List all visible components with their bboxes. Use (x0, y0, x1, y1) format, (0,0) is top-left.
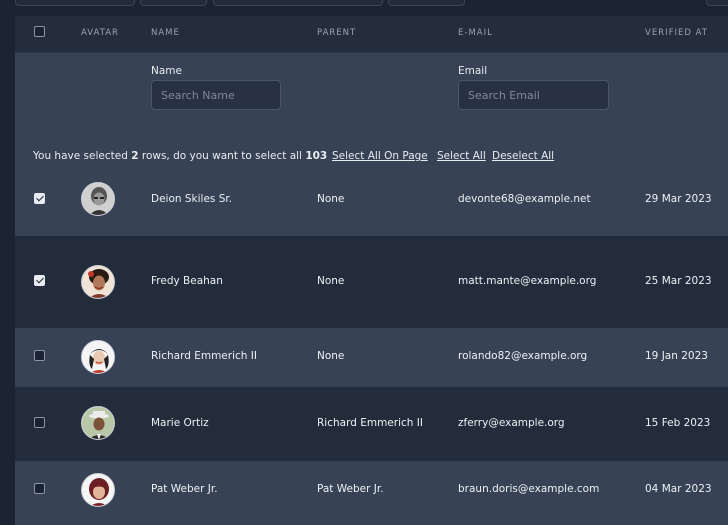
avatar-image-icon (82, 341, 114, 373)
avatar (81, 265, 115, 299)
select-all-on-page-link[interactable]: Select All On Page (332, 150, 428, 162)
row-parent: None (317, 275, 345, 287)
table-row[interactable]: Fredy Beahan None matt.mante@example.org… (15, 236, 728, 328)
row-verified-at: 15 Feb 2023 (645, 417, 711, 429)
search-name-input[interactable] (151, 80, 281, 110)
avatar-image-icon (82, 407, 114, 439)
top-toolbar (0, 0, 728, 16)
row-checkbox[interactable] (34, 350, 45, 361)
avatar-image-icon (82, 474, 114, 506)
selected-count: 2 (131, 150, 139, 162)
row-parent: Richard Emmerich II (317, 417, 423, 429)
row-email: braun.doris@example.com (458, 483, 600, 495)
avatar (81, 340, 115, 374)
select-all-link[interactable]: Select All (437, 150, 486, 162)
row-checkbox[interactable] (34, 417, 45, 428)
name-filter-label: Name (151, 65, 182, 77)
row-checkbox[interactable] (34, 275, 45, 286)
table-row[interactable]: Pat Weber Jr. Pat Weber Jr. braun.doris@… (15, 461, 728, 525)
selection-bar: You have selected 2 rows, do you want to… (15, 131, 728, 181)
avatar (81, 406, 115, 440)
toolbar-button[interactable] (15, 0, 135, 6)
deselect-all-link[interactable]: Deselect All (492, 150, 554, 162)
column-header-avatar[interactable]: AVATAR (81, 28, 119, 38)
row-parent: None (317, 193, 345, 205)
select-all-checkbox[interactable] (34, 26, 45, 37)
row-email: zferry@example.org (458, 417, 565, 429)
row-checkbox[interactable] (34, 193, 45, 204)
toolbar-button[interactable] (213, 0, 383, 6)
avatar-image-icon (82, 266, 114, 298)
row-email: devonte68@example.net (458, 193, 591, 205)
row-parent: Pat Weber Jr. (317, 483, 384, 495)
table-header: AVATAR NAME PARENT E-MAIL VERIFIED AT (15, 16, 728, 53)
row-verified-at: 19 Jan 2023 (645, 350, 708, 362)
row-email: rolando82@example.org (458, 350, 588, 362)
row-name: Pat Weber Jr. (151, 483, 218, 495)
toolbar-button[interactable] (140, 0, 207, 6)
users-table: AVATAR NAME PARENT E-MAIL VERIFIED AT Na… (15, 16, 728, 525)
row-email: matt.mante@example.org (458, 275, 597, 287)
row-verified-at: 25 Mar 2023 (645, 275, 712, 287)
column-header-name[interactable]: NAME (151, 28, 180, 38)
row-name: Deion Skiles Sr. (151, 193, 233, 205)
table-row[interactable]: Richard Emmerich II None rolando82@examp… (15, 328, 728, 387)
table-row[interactable]: Deion Skiles Sr. None devonte68@example.… (15, 181, 728, 236)
toolbar-button[interactable] (388, 0, 465, 6)
avatar (81, 182, 115, 216)
selection-message: You have selected 2 rows, do you want to… (33, 150, 328, 162)
column-header-verified-at[interactable]: VERIFIED AT (645, 28, 708, 38)
search-email-input[interactable] (458, 80, 609, 110)
row-parent: None (317, 350, 345, 362)
column-header-email[interactable]: E-MAIL (458, 28, 493, 38)
table-row[interactable]: Marie Ortiz Richard Emmerich II zferry@e… (15, 387, 728, 461)
column-header-parent[interactable]: PARENT (317, 28, 356, 38)
email-filter-label: Email (458, 65, 488, 77)
toolbar-button[interactable] (706, 0, 728, 6)
filter-row: Name Email (15, 53, 728, 131)
avatar (81, 473, 115, 507)
row-name: Fredy Beahan (151, 275, 223, 287)
row-name: Richard Emmerich II (151, 350, 257, 362)
row-checkbox[interactable] (34, 483, 45, 494)
row-verified-at: 04 Mar 2023 (645, 483, 712, 495)
row-name: Marie Ortiz (151, 417, 209, 429)
avatar-image-icon (82, 183, 114, 215)
row-verified-at: 29 Mar 2023 (645, 193, 712, 205)
total-count: 103 (305, 150, 328, 162)
